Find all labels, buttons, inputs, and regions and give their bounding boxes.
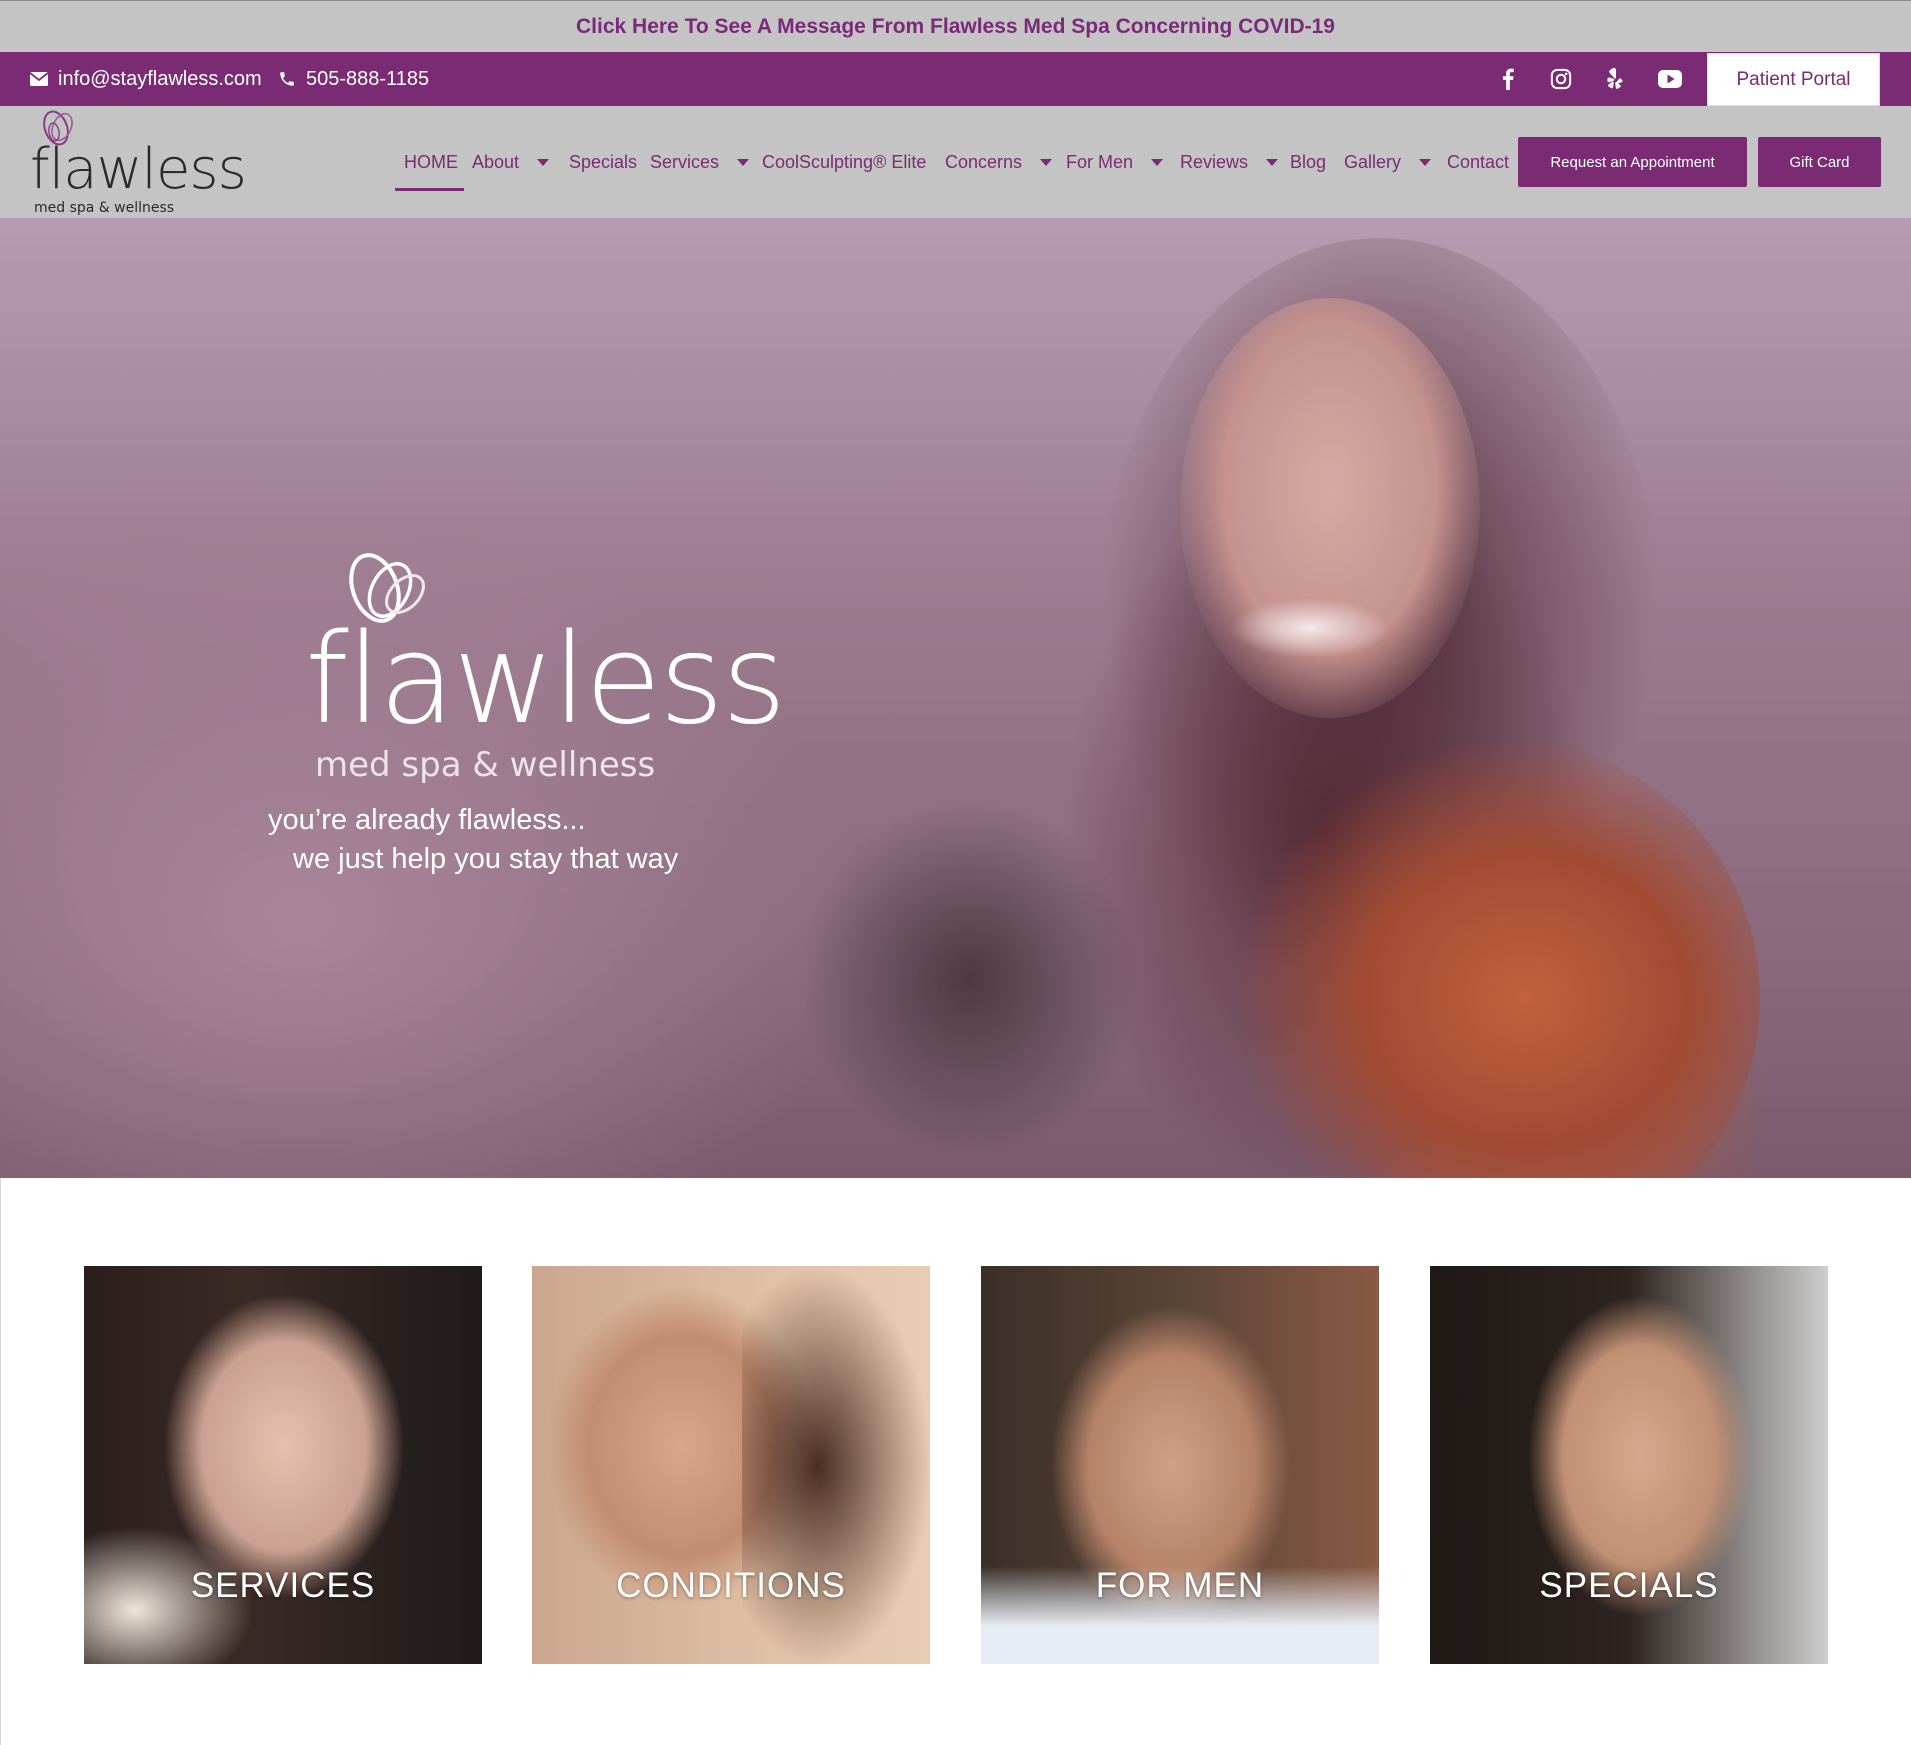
nav-gallery[interactable]: Gallery	[1344, 106, 1432, 218]
caret-down-icon	[537, 158, 550, 166]
tile-specials-label: SPECIALS	[1539, 1566, 1719, 1605]
yelp-icon[interactable]	[1595, 52, 1635, 106]
nav-services[interactable]: Services	[650, 106, 750, 218]
nav-gallery-label: Gallery	[1344, 151, 1402, 172]
covid-banner: Click Here To See A Message From Flawles…	[0, 0, 1911, 52]
nav-specials[interactable]: Specials	[569, 106, 637, 218]
nav-reviews-label: Reviews	[1180, 151, 1249, 172]
nav-for-men-label: For Men	[1066, 151, 1134, 172]
phone-text: 505-888-1185	[306, 67, 430, 90]
logo-subtitle: med spa & wellness	[34, 200, 175, 216]
caret-down-icon	[1419, 158, 1432, 166]
nav-services-label: Services	[650, 151, 720, 172]
email-text: info@stayflawless.com	[58, 67, 262, 90]
contact-bar: info@stayflawless.com 505-888-1185	[0, 52, 1911, 106]
hero-logo-subtitle: med spa & wellness	[315, 745, 656, 785]
nav-concerns[interactable]: Concerns	[945, 106, 1053, 218]
logo-wordmark: flawless	[30, 137, 247, 202]
nav-about-label: About	[472, 151, 520, 172]
nav-reviews[interactable]: Reviews	[1180, 106, 1279, 218]
caret-down-icon	[1266, 158, 1279, 166]
nav-about[interactable]: About	[472, 106, 550, 218]
phone-icon	[280, 72, 294, 86]
hero-banner: flawless med spa & wellness you’re alrea…	[0, 218, 1911, 1178]
facebook-icon[interactable]	[1488, 52, 1528, 106]
tile-for-men[interactable]: FOR MEN	[981, 1266, 1379, 1664]
hero-tagline-line2: we just help you stay that way	[293, 843, 679, 875]
caret-down-icon	[737, 158, 750, 166]
tile-conditions-label: CONDITIONS	[616, 1566, 846, 1605]
caret-down-icon	[1040, 158, 1053, 166]
tile-conditions[interactable]: CONDITIONS	[532, 1266, 930, 1664]
nav-for-men[interactable]: For Men	[1066, 106, 1164, 218]
nav-contact[interactable]: Contact	[1447, 106, 1509, 218]
nav-coolsculpting[interactable]: CoolSculpting® Elite	[762, 106, 926, 218]
gift-card-button[interactable]: Gift Card	[1758, 137, 1881, 187]
nav-blog[interactable]: Blog	[1290, 106, 1326, 218]
phone-link[interactable]: 505-888-1185	[278, 52, 429, 106]
youtube-icon[interactable]	[1650, 52, 1690, 106]
active-nav-indicator	[395, 188, 464, 191]
page-edge	[0, 1178, 1, 1745]
hero-tagline-line1: you’re already flawless...	[268, 804, 586, 836]
hero-shoulder-shape	[800, 798, 1140, 1158]
tile-services[interactable]: SERVICES	[84, 1266, 482, 1664]
tile-for-men-label: FOR MEN	[1095, 1566, 1265, 1605]
patient-portal-button[interactable]: Patient Portal	[1707, 53, 1880, 106]
hero-smile-shape	[1230, 598, 1390, 658]
caret-down-icon	[1151, 158, 1164, 166]
nav-concerns-label: Concerns	[945, 151, 1023, 172]
email-link[interactable]: info@stayflawless.com	[30, 52, 262, 106]
site-logo[interactable]: flawless med spa & wellness	[28, 106, 247, 218]
tile-specials[interactable]: SPECIALS	[1430, 1266, 1828, 1664]
instagram-icon[interactable]	[1541, 52, 1581, 106]
covid-message-link[interactable]: Click Here To See A Message From Flawles…	[576, 15, 1335, 39]
hero-logo-wordmark: flawless	[305, 608, 786, 752]
nav-home[interactable]: HOME	[404, 106, 458, 218]
envelope-icon	[30, 72, 48, 86]
request-appointment-button[interactable]: Request an Appointment	[1518, 137, 1747, 187]
tile-services-label: SERVICES	[190, 1566, 376, 1605]
